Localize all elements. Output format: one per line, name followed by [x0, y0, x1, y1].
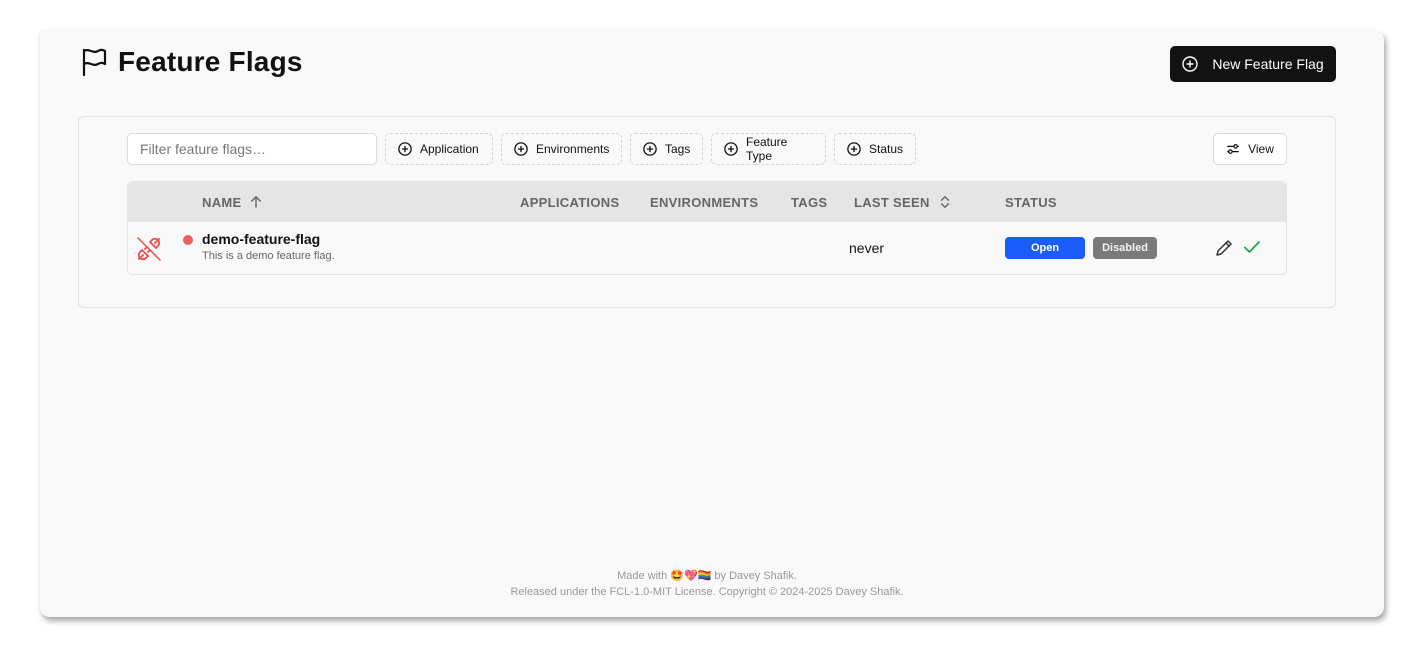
column-header-last-seen[interactable]: LAST SEEN [854, 182, 952, 222]
sort-both-icon [940, 196, 949, 208]
plus-circle-icon [643, 142, 657, 156]
last-seen-value: never [849, 240, 885, 256]
sort-asc-icon [251, 196, 262, 208]
column-header-name[interactable]: NAME [202, 182, 263, 222]
filter-chip-application[interactable]: Application [385, 133, 493, 165]
column-header-label: TAGS [791, 194, 828, 210]
flags-table: NAME APPLICATIONS ENVIRONMENTS TAGS LAST… [127, 181, 1287, 275]
plus-circle-icon [847, 142, 861, 156]
new-feature-flag-label: New Feature Flag [1212, 56, 1324, 72]
status-dot [183, 235, 193, 245]
filter-chip-status[interactable]: Status [834, 133, 916, 165]
footer: Made with 🤩💖🏳️‍🌈 by Davey Shafik. Releas… [40, 568, 1374, 600]
filter-chip-label: Environments [536, 142, 610, 156]
app-window: Feature Flags New Feature Flag Applicati… [40, 30, 1384, 617]
table-row[interactable]: demo-feature-flag This is a demo feature… [128, 222, 1286, 275]
column-header-environments: ENVIRONMENTS [650, 182, 758, 222]
flag-name[interactable]: demo-feature-flag [202, 231, 320, 247]
filter-chip-feature-type[interactable]: Feature Type [711, 133, 826, 165]
column-header-label: NAME [202, 194, 242, 210]
column-header-applications: APPLICATIONS [520, 182, 619, 222]
column-header-label: ENVIRONMENTS [650, 194, 759, 210]
pencil-icon[interactable] [1214, 238, 1234, 263]
column-header-status: STATUS [1005, 182, 1057, 222]
filter-chip-environments[interactable]: Environments [501, 133, 622, 165]
column-header-label: APPLICATIONS [520, 194, 620, 210]
plug-disconnected-icon [136, 236, 162, 267]
page-header: Feature Flags [80, 46, 303, 78]
filter-input[interactable] [127, 133, 377, 165]
plus-circle-icon [514, 142, 528, 156]
plus-circle-icon [1182, 56, 1199, 72]
plus-circle-icon [398, 142, 412, 156]
filter-toolbar: Application Environments Tags Feature Ty… [127, 133, 1287, 165]
column-header-tags: TAGS [791, 182, 827, 222]
footer-license: Released under the FCL-1.0-MIT License. … [510, 586, 904, 598]
status-badge-open[interactable]: Open [1005, 237, 1085, 259]
sliders-icon [1227, 144, 1239, 154]
filter-chip-label: Status [869, 142, 904, 156]
check-icon[interactable] [1243, 238, 1261, 261]
view-label: View [1248, 142, 1274, 156]
table-header: NAME APPLICATIONS ENVIRONMENTS TAGS LAST… [128, 182, 1286, 222]
plus-circle-icon [724, 142, 738, 156]
new-feature-flag-button[interactable]: New Feature Flag [1170, 46, 1336, 82]
status-badge-disabled[interactable]: Disabled [1093, 237, 1157, 259]
column-header-label: STATUS [1005, 194, 1057, 210]
column-header-label: LAST SEEN [854, 194, 930, 210]
filter-chip-tags[interactable]: Tags [630, 133, 703, 165]
footer-made-with: Made with 🤩💖🏳️‍🌈 by Davey Shafik. [617, 570, 797, 582]
filter-chip-label: Tags [665, 142, 691, 156]
flags-card: Application Environments Tags Feature Ty… [78, 116, 1336, 308]
view-options-button[interactable]: View [1213, 133, 1287, 165]
filter-chip-label: Application [420, 142, 479, 156]
flag-description: This is a demo feature flag. [202, 250, 335, 262]
flag-icon [80, 47, 108, 77]
page-title: Feature Flags [118, 46, 303, 77]
filter-chip-label: Feature Type [746, 135, 788, 163]
